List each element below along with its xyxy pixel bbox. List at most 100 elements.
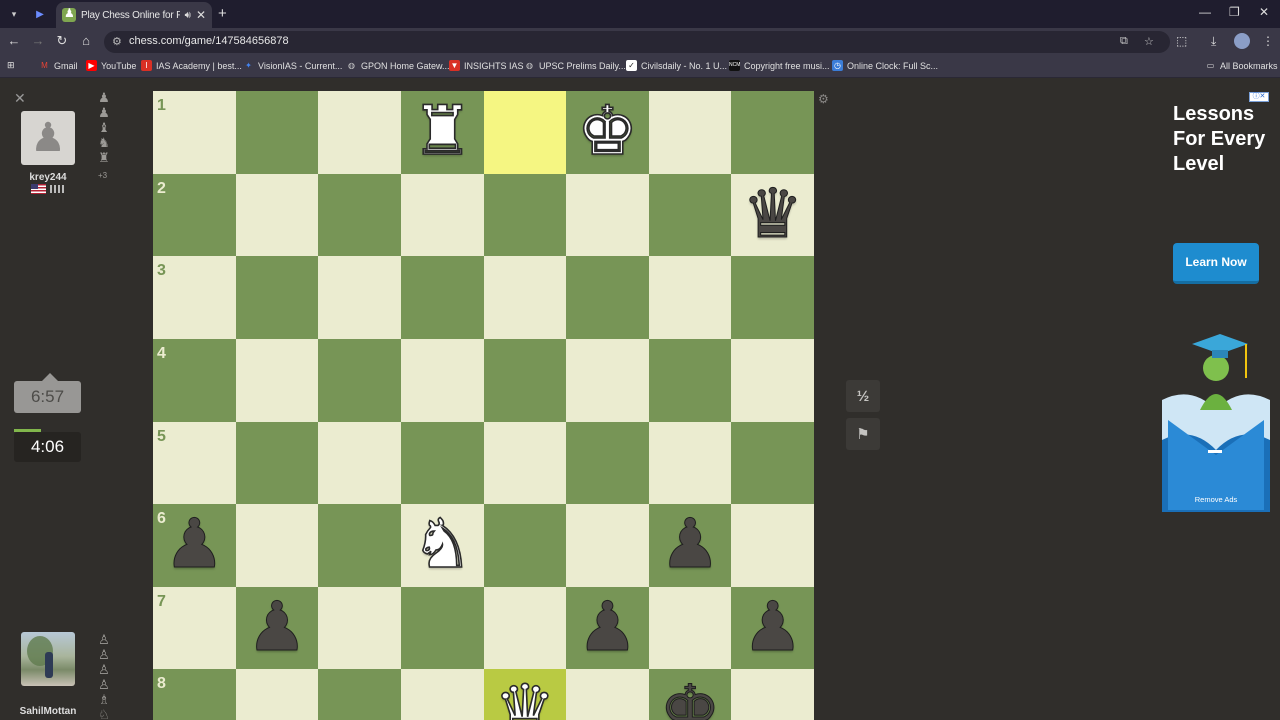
board-square[interactable]: 3 <box>153 256 236 339</box>
offer-draw-button[interactable]: ½ <box>846 380 880 412</box>
profile-avatar-icon[interactable] <box>1234 33 1250 49</box>
white-knight-piece[interactable]: ♞ <box>411 510 474 580</box>
board-square[interactable]: 8 <box>153 669 236 720</box>
board-square[interactable]: ♞ <box>400 504 484 587</box>
address-bar[interactable]: ⚙ chess.com/game/147584656878 ⧉ ☆ <box>104 31 1170 53</box>
maximize-icon[interactable]: ❐ <box>1229 5 1240 19</box>
remove-ads-link[interactable]: Remove Ads <box>1162 495 1270 504</box>
player-avatar[interactable] <box>21 632 75 686</box>
black-pawn-piece[interactable]: ♟ <box>576 593 638 662</box>
black-king-piece[interactable]: ♚ <box>659 676 721 720</box>
tab-search-icon[interactable]: ▾ <box>6 6 22 22</box>
board-square[interactable]: ♚ <box>648 669 732 720</box>
extensions-icon[interactable]: ⬚ <box>1176 34 1187 48</box>
board-square[interactable] <box>483 91 567 174</box>
gear-icon[interactable]: ⚙ <box>818 92 829 106</box>
menu-icon[interactable]: ⋮ <box>1262 34 1274 48</box>
active-tab[interactable]: Play Chess Online for FREE 🔊︎ ✕ <box>56 2 212 28</box>
board-square[interactable] <box>731 256 814 339</box>
board-square[interactable] <box>235 91 319 174</box>
board-square[interactable]: ♚ <box>566 91 649 174</box>
home-icon[interactable]: ⌂ <box>78 33 94 48</box>
white-rook-piece[interactable]: ♜ <box>411 97 474 167</box>
board-square[interactable] <box>731 421 814 505</box>
board-square[interactable] <box>566 421 649 505</box>
board-square[interactable]: ♟ <box>566 586 649 670</box>
board-square[interactable]: 4 <box>153 338 236 422</box>
bookmark-upsc[interactable]: ◍ UPSC Prelims Daily... <box>524 60 626 71</box>
bookmark-visionias[interactable]: ✦ VisionIAS - Current... <box>243 60 342 71</box>
board-square[interactable]: ♜ <box>400 91 484 174</box>
download-icon[interactable]: ⤓ <box>1211 34 1216 49</box>
black-pawn-piece[interactable]: ♟ <box>163 510 225 579</box>
bookmark-insights[interactable]: ▼ INSIGHTS IAS <box>449 60 524 71</box>
board-square[interactable] <box>648 421 732 505</box>
ad-pawn-book-illustration[interactable] <box>1162 330 1270 512</box>
resign-button[interactable]: ⚑ <box>846 418 880 450</box>
board-square[interactable] <box>235 173 319 257</box>
bookmark-copyright-music[interactable]: NCM Copyright free musi... <box>729 60 830 71</box>
apps-grid-icon[interactable]: ⊞ <box>7 60 15 71</box>
board-square[interactable] <box>318 338 401 422</box>
bookmark-online-clock[interactable]: ◷ Online Clock: Full Sc... <box>832 60 938 71</box>
board-square[interactable] <box>483 421 567 505</box>
board-square[interactable] <box>483 173 567 257</box>
board-square[interactable] <box>400 586 484 670</box>
board-square[interactable]: ♟ <box>648 504 732 587</box>
speaker-icon[interactable]: 🔊︎ <box>185 10 191 21</box>
minimize-icon[interactable]: — <box>1199 5 1211 19</box>
board-square[interactable] <box>318 504 401 587</box>
board-square[interactable] <box>483 504 567 587</box>
opponent-avatar[interactable]: ♟ <box>21 111 75 165</box>
board-square[interactable]: 5 <box>153 421 236 505</box>
board-square[interactable] <box>400 338 484 422</box>
bookmark-youtube[interactable]: ▶ YouTube <box>86 60 136 71</box>
black-queen-piece[interactable]: ♛ <box>742 180 804 249</box>
board-square[interactable]: 1 <box>153 91 236 174</box>
bookmark-gpon[interactable]: ◍ GPON Home Gatew... <box>346 60 450 71</box>
board-square[interactable] <box>483 256 567 339</box>
board-square[interactable]: ♛ <box>483 669 567 720</box>
board-square[interactable] <box>566 669 649 720</box>
board-square[interactable] <box>235 669 319 720</box>
bookmark-star-icon[interactable]: ☆ <box>1144 35 1154 48</box>
board-square[interactable]: 6 ♟ <box>153 504 236 587</box>
board-square[interactable]: ♛ <box>731 173 814 257</box>
board-square[interactable]: ♟ <box>731 586 814 670</box>
board-square[interactable] <box>648 91 732 174</box>
board-square[interactable] <box>566 256 649 339</box>
window-close-icon[interactable]: ✕ <box>1259 5 1269 19</box>
board-square[interactable] <box>731 669 814 720</box>
forward-icon[interactable]: → <box>30 33 46 48</box>
ad-choices-icon[interactable]: ⓘ✕ <box>1249 92 1269 102</box>
board-square[interactable] <box>235 256 319 339</box>
board-square[interactable] <box>400 256 484 339</box>
board-square[interactable] <box>731 504 814 587</box>
black-pawn-piece[interactable]: ♟ <box>659 510 721 579</box>
tab-close-icon[interactable]: ✕ <box>196 8 206 22</box>
pinned-tab-icon[interactable]: ▶ <box>32 6 48 22</box>
black-pawn-piece[interactable]: ♟ <box>246 593 308 662</box>
bookmark-civilsdaily[interactable]: ✓ Civilsdaily - No. 1 U... <box>626 60 727 71</box>
new-tab-icon[interactable]: + <box>218 5 227 22</box>
board-square[interactable] <box>400 173 484 257</box>
chess-board[interactable]: 1 ♜ ♚ 2 ♛ 3 4 5 6 ♟ ♞ ♟ 7 ♟ ♟ ♟ 8 ♛ ♚ <box>153 91 814 720</box>
board-square[interactable] <box>483 586 567 670</box>
board-square[interactable] <box>400 421 484 505</box>
board-square[interactable] <box>235 421 319 505</box>
board-square[interactable]: 2 <box>153 173 236 257</box>
board-square[interactable] <box>566 173 649 257</box>
board-square[interactable] <box>566 338 649 422</box>
white-king-piece[interactable]: ♚ <box>576 97 639 167</box>
board-square[interactable] <box>318 91 401 174</box>
black-pawn-piece[interactable]: ♟ <box>742 593 804 662</box>
bookmark-gmail[interactable]: M Gmail <box>39 60 77 71</box>
board-square[interactable] <box>400 669 484 720</box>
board-square[interactable]: 7 <box>153 586 236 670</box>
board-square[interactable] <box>235 338 319 422</box>
board-square[interactable]: ♟ <box>235 586 319 670</box>
white-queen-piece[interactable]: ♛ <box>494 675 557 720</box>
board-square[interactable] <box>731 91 814 174</box>
board-square[interactable] <box>483 338 567 422</box>
back-icon[interactable]: ← <box>6 33 22 48</box>
